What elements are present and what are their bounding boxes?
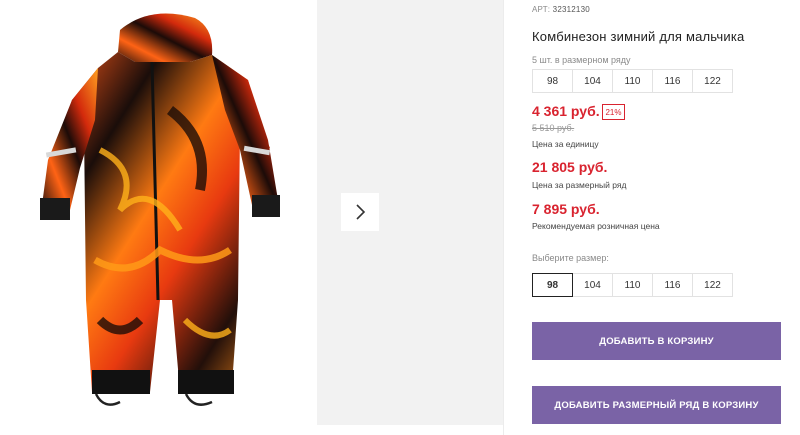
article-code: АРТ: 32312130 — [532, 5, 590, 14]
add-to-cart-button[interactable]: ДОБАВИТЬ В КОРЗИНУ — [532, 322, 781, 360]
pack-size-cell: 116 — [652, 69, 693, 93]
product-gallery — [0, 0, 505, 435]
gallery-next-button[interactable] — [341, 193, 379, 231]
product-photo[interactable] — [0, 0, 317, 425]
size-option-122[interactable]: 122 — [692, 273, 733, 297]
size-option-116[interactable]: 116 — [652, 273, 693, 297]
retail-price: 7 895 руб. — [532, 201, 600, 217]
unit-price-caption: Цена за единицу — [532, 139, 599, 149]
pack-price: 21 805 руб. — [532, 159, 608, 175]
old-price: 5 510 руб. — [532, 123, 575, 133]
chevron-right-icon — [356, 204, 366, 220]
pack-size-cell: 122 — [692, 69, 733, 93]
column-divider — [503, 0, 504, 435]
add-pack-to-cart-button[interactable]: ДОБАВИТЬ РАЗМЕРНЫЙ РЯД В КОРЗИНУ — [532, 386, 781, 424]
unit-price: 4 361 руб. — [532, 103, 600, 119]
pack-size-cell: 110 — [612, 69, 653, 93]
size-option-110[interactable]: 110 — [612, 273, 653, 297]
size-option-104[interactable]: 104 — [572, 273, 613, 297]
pack-label: 5 шт. в размерном ряду — [532, 55, 631, 65]
article-label: АРТ: — [532, 5, 551, 14]
snowsuit-image — [40, 13, 280, 406]
size-picker: 98 104 110 116 122 — [532, 273, 733, 297]
product-title: Комбинезон зимний для мальчика — [532, 29, 745, 44]
pack-size-cell: 98 — [532, 69, 573, 93]
pack-size-cell: 104 — [572, 69, 613, 93]
discount-badge: 21% — [602, 104, 625, 120]
size-option-98[interactable]: 98 — [532, 273, 573, 297]
retail-price-caption: Рекомендуемая розничная цена — [532, 221, 660, 231]
pack-size-row: 98 104 110 116 122 — [532, 69, 733, 93]
pack-price-caption: Цена за размерный ряд — [532, 180, 627, 190]
article-number: 32312130 — [552, 5, 590, 14]
size-picker-label: Выберите размер: — [532, 253, 609, 263]
